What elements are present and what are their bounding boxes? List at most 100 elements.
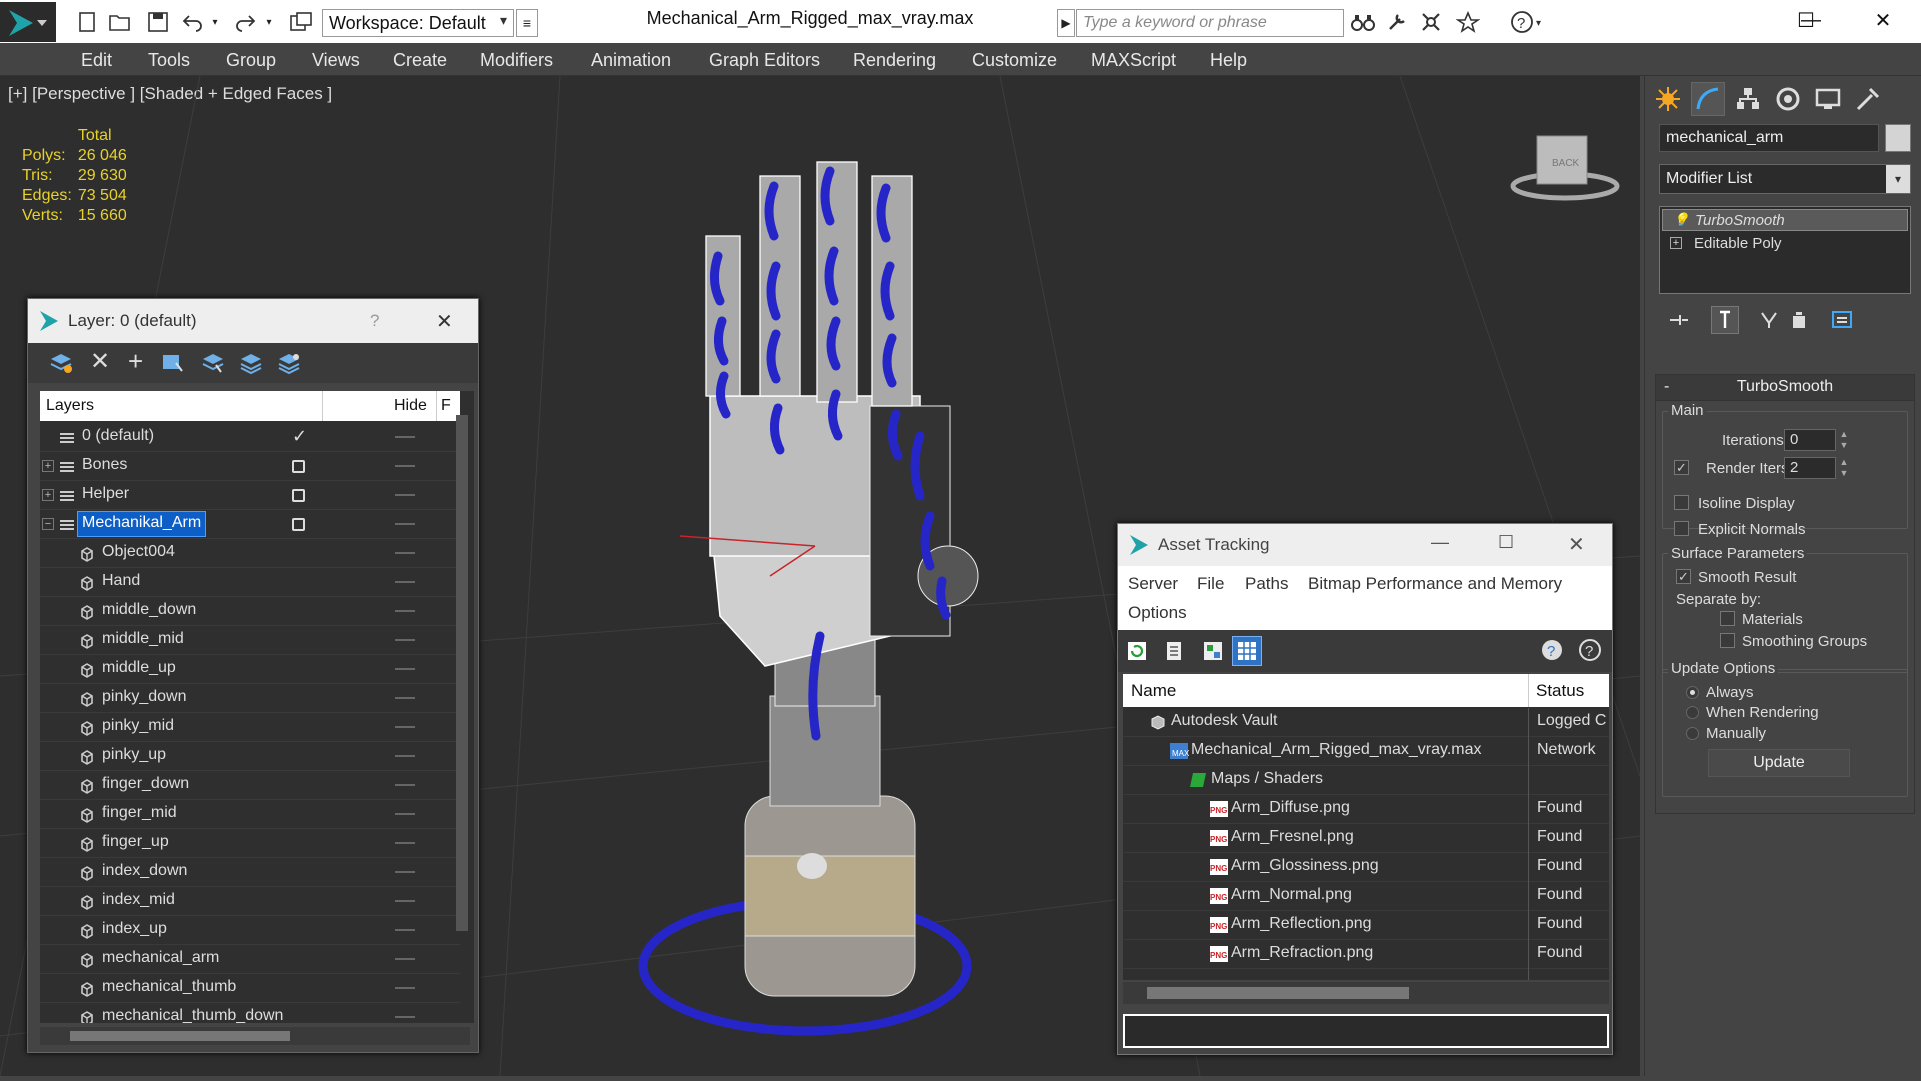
menu-group[interactable]: Group	[226, 50, 276, 71]
asset-horizontal-scrollbar[interactable]	[1123, 982, 1609, 1004]
layer-row[interactable]: Object004	[40, 539, 460, 568]
app-logo-icon[interactable]	[0, 2, 56, 42]
set-current-box-icon[interactable]	[292, 518, 305, 531]
workspace-menu-icon[interactable]: ≡	[516, 9, 538, 37]
add-icon[interactable]: +	[128, 348, 143, 374]
favorites-star-icon[interactable]	[1455, 10, 1481, 34]
menu-edit[interactable]: Edit	[81, 50, 112, 71]
layer-row[interactable]: pinky_down	[40, 684, 460, 713]
binoculars-icon[interactable]	[1350, 10, 1376, 34]
layer-name[interactable]: Helper	[78, 483, 133, 507]
layer-name[interactable]: Object004	[98, 541, 179, 565]
pin-stack-icon[interactable]	[1665, 306, 1693, 334]
table-view-icon[interactable]	[1232, 636, 1262, 666]
layer-name[interactable]: mechanical_thumb	[98, 976, 240, 1000]
hide-toggle[interactable]	[395, 755, 415, 757]
menu-rendering[interactable]: Rendering	[853, 50, 936, 71]
tools-icon[interactable]	[1384, 10, 1410, 34]
asset-row[interactable]: MAX Mechanical_Arm_Rigged_max_vray.max Net…	[1123, 737, 1609, 766]
layer-row[interactable]: finger_down	[40, 771, 460, 800]
menu-modifiers[interactable]: Modifiers	[480, 50, 553, 71]
stack-item-turbosmooth[interactable]: 💡 TurboSmooth	[1662, 209, 1908, 231]
close-icon[interactable]: ✕	[436, 309, 453, 334]
hide-toggle[interactable]	[395, 929, 415, 931]
thumbnail-view-icon[interactable]	[1202, 640, 1224, 667]
asset-row[interactable]: PNG Arm_Reflection.png Found	[1123, 911, 1609, 940]
hide-toggle[interactable]	[395, 784, 415, 786]
hide-toggle[interactable]	[395, 813, 415, 815]
redo-dropdown-icon[interactable]: ▾	[262, 10, 276, 34]
stack-item-editable-poly[interactable]: + Editable Poly	[1662, 233, 1908, 255]
save-icon[interactable]	[145, 10, 171, 34]
search-input[interactable]: Type a keyword or phrase	[1076, 9, 1344, 37]
hide-toggle[interactable]	[395, 494, 415, 496]
menu-bitmap-performance[interactable]: Bitmap Performance and Memory	[1308, 574, 1562, 594]
list-view-icon[interactable]	[1164, 640, 1184, 667]
layer-name[interactable]: finger_mid	[98, 802, 181, 826]
layer-name[interactable]: index_down	[98, 860, 191, 884]
column-header-status[interactable]: Status	[1536, 681, 1584, 701]
open-file-icon[interactable]	[107, 10, 133, 34]
layer-row[interactable]: + Helper	[40, 481, 460, 510]
layer-row[interactable]: Hand	[40, 568, 460, 597]
hide-toggle[interactable]	[395, 987, 415, 989]
project-folder-icon[interactable]	[288, 10, 314, 34]
asset-window-titlebar[interactable]: Asset Tracking — ☐ ✕	[1118, 524, 1612, 566]
always-radio[interactable]	[1686, 686, 1699, 699]
expand-plus-icon[interactable]: +	[42, 489, 54, 501]
set-current-box-icon[interactable]	[292, 460, 305, 473]
set-current-box-icon[interactable]	[292, 489, 305, 502]
maximize-button[interactable]: ☐	[1776, 0, 1836, 40]
hide-toggle[interactable]	[395, 871, 415, 873]
layer-row[interactable]: − Mechanikal_Arm	[40, 510, 460, 539]
column-header-hide[interactable]: Hide	[394, 397, 427, 415]
layer-name[interactable]: index_up	[98, 918, 171, 942]
display-tab-icon[interactable]	[1811, 82, 1845, 116]
utilities-tab-icon[interactable]	[1851, 82, 1885, 116]
rollout-title[interactable]: - TurboSmooth	[1656, 375, 1914, 401]
asset-path-field[interactable]	[1123, 1014, 1609, 1048]
layer-row[interactable]: finger_up	[40, 829, 460, 858]
redo-icon[interactable]	[232, 10, 258, 34]
layer-row[interactable]: middle_up	[40, 655, 460, 684]
explicit-normals-checkbox[interactable]	[1674, 521, 1689, 536]
menu-tools[interactable]: Tools	[148, 50, 190, 71]
hide-toggle[interactable]	[395, 842, 415, 844]
close-button[interactable]: ✕	[1853, 0, 1913, 40]
motion-tab-icon[interactable]	[1771, 82, 1805, 116]
expand-plus-icon[interactable]: +	[1670, 237, 1682, 249]
materials-checkbox[interactable]	[1720, 611, 1735, 626]
layer-name[interactable]: pinky_down	[98, 686, 191, 710]
undo-dropdown-icon[interactable]: ▾	[208, 10, 222, 34]
layer-row[interactable]: middle_mid	[40, 626, 460, 655]
object-color-swatch[interactable]	[1885, 124, 1911, 152]
hide-toggle[interactable]	[395, 958, 415, 960]
current-layer-check-icon[interactable]: ✓	[292, 426, 307, 447]
hide-layers-icon[interactable]	[238, 351, 264, 380]
new-file-icon[interactable]	[74, 10, 100, 34]
manually-radio[interactable]	[1686, 727, 1699, 740]
column-header-name[interactable]: Name	[1131, 681, 1176, 701]
maximize-icon[interactable]: ☐	[1498, 532, 1514, 553]
layer-name[interactable]: Bones	[78, 454, 131, 478]
render-iters-spinner[interactable]: 2	[1784, 457, 1836, 479]
menu-views[interactable]: Views	[312, 50, 360, 71]
isoline-display-checkbox[interactable]	[1674, 495, 1689, 510]
expand-plus-icon[interactable]: +	[42, 460, 54, 472]
layer-name[interactable]: 0 (default)	[78, 425, 158, 449]
hide-toggle[interactable]	[395, 610, 415, 612]
layer-row[interactable]: mechanical_thumb	[40, 974, 460, 1003]
hierarchy-tab-icon[interactable]	[1731, 82, 1765, 116]
help-icon[interactable]: ? ▾	[1508, 10, 1548, 34]
layer-name[interactable]: mechanical_thumb_down	[98, 1005, 287, 1023]
layer-row[interactable]: middle_down	[40, 597, 460, 626]
layer-name[interactable]: Hand	[98, 570, 144, 594]
hide-toggle[interactable]	[395, 1016, 415, 1018]
asset-row[interactable]: PNG Arm_Diffuse.png Found	[1123, 795, 1609, 824]
undo-icon[interactable]	[180, 10, 206, 34]
hide-toggle[interactable]	[395, 900, 415, 902]
hide-toggle[interactable]	[395, 726, 415, 728]
help-icon[interactable]: ?	[1540, 638, 1564, 667]
hide-toggle[interactable]	[395, 552, 415, 554]
column-header-freeze[interactable]: F	[441, 397, 451, 415]
